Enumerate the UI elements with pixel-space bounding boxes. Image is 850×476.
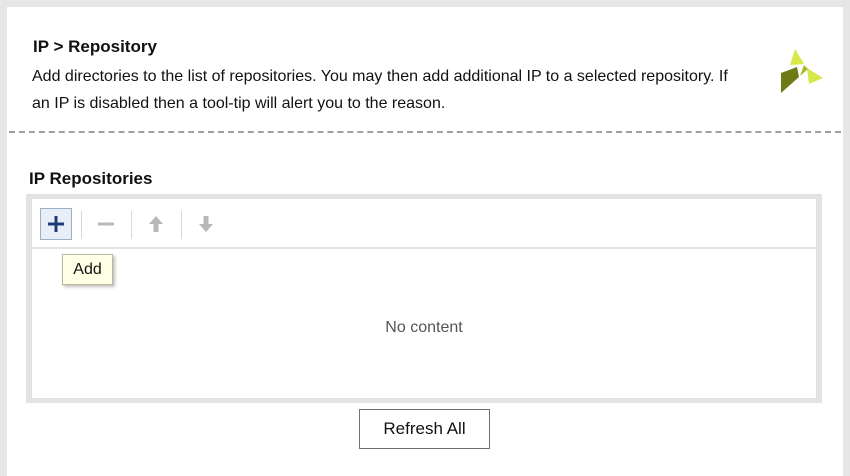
section-divider: [9, 131, 841, 133]
repositories-table: No content: [26, 194, 822, 403]
refresh-all-button[interactable]: Refresh All: [359, 409, 490, 449]
toolbar-separator: [131, 211, 132, 239]
toolbar-separator: [81, 211, 82, 239]
repositories-toolbar: [32, 199, 816, 249]
vendor-logo-icon: [781, 49, 823, 93]
plus-icon: [48, 216, 64, 232]
remove-repository-button[interactable]: [90, 208, 122, 240]
settings-panel: IP > Repository Add directories to the l…: [7, 7, 843, 476]
add-tooltip: Add: [62, 254, 113, 285]
page-description: Add directories to the list of repositor…: [32, 68, 728, 112]
arrow-down-icon: [199, 216, 213, 232]
move-down-button[interactable]: [190, 208, 222, 240]
page-title: IP > Repository: [33, 37, 157, 56]
empty-list-message: No content: [385, 319, 463, 336]
add-repository-button[interactable]: [40, 208, 72, 240]
arrow-up-icon: [149, 216, 163, 232]
move-up-button[interactable]: [140, 208, 172, 240]
minus-icon: [98, 222, 114, 226]
toolbar-separator: [181, 211, 182, 239]
repositories-list: No content: [32, 199, 816, 398]
section-title: IP Repositories: [29, 169, 153, 188]
